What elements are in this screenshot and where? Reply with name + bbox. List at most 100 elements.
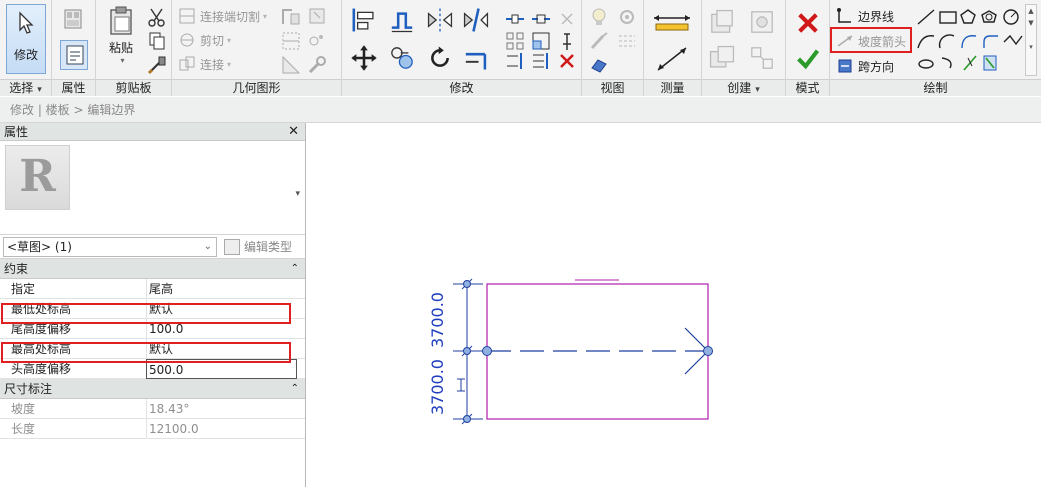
measure-group: 测量 (644, 0, 702, 96)
cut-dropdown-icon: ▾ (227, 35, 232, 45)
mode-group: 模式 (786, 0, 830, 96)
drawing-canvas[interactable]: 3700.0 3700.0 (307, 123, 1041, 487)
brush-icon[interactable] (588, 30, 610, 52)
slope-arrow-tail-grip[interactable] (482, 346, 492, 356)
paste-button[interactable]: 粘贴 ▾ (104, 6, 138, 72)
properties-title-bar: 属性 ✕ (0, 123, 305, 141)
close-icon[interactable]: ✕ (288, 123, 299, 141)
circumscribed-polygon-icon (981, 10, 997, 23)
slope-arrow-head-grip[interactable] (703, 346, 713, 356)
property-value: 18.43° (146, 399, 297, 419)
join-cut-button[interactable]: 连接端切割 ▾ (178, 6, 267, 26)
offset-icon[interactable] (388, 6, 416, 34)
cut-label: 剪切 (200, 33, 225, 48)
copy-icon[interactable] (146, 30, 168, 52)
wall-profile-icon[interactable] (280, 54, 302, 76)
properties-icon[interactable] (60, 40, 88, 70)
move-icon[interactable] (350, 44, 378, 72)
collapse-icon[interactable]: ⌃ (291, 379, 299, 399)
unpin-icon[interactable] (556, 8, 578, 30)
split-face-icon[interactable] (280, 30, 302, 52)
wall-join-icon[interactable] (280, 6, 302, 28)
create-part-icon[interactable] (708, 8, 736, 36)
dimension-text-lower[interactable]: 3700.0 (428, 359, 447, 415)
linework-icon[interactable] (616, 30, 638, 52)
instance-filter-value: <草图> (1) (7, 240, 72, 254)
finish-edit-mode-icon[interactable] (795, 46, 821, 72)
join-cut-icon (179, 8, 195, 24)
cut-button[interactable]: 剪切 ▾ (178, 30, 231, 50)
delete-icon[interactable] (556, 50, 578, 72)
match-properties-icon[interactable] (146, 54, 168, 76)
rectangle-tool-icon (939, 11, 957, 24)
span-direction-label: 跨方向 (858, 59, 895, 74)
modify-group: 修改 (342, 0, 582, 96)
type-properties-icon[interactable] (62, 8, 84, 30)
dimension-line[interactable] (453, 278, 483, 425)
span-direction-button[interactable]: 跨方向 (836, 56, 894, 76)
property-value[interactable]: 尾高 (146, 279, 297, 299)
mirror-pick-axis-icon[interactable] (426, 6, 454, 34)
pin-icon[interactable] (556, 30, 578, 52)
paste-dropdown-icon: ▾ (120, 56, 125, 65)
scale-icon[interactable] (530, 30, 552, 52)
dimensions-section-header[interactable]: 尺寸标注 ⌃ (0, 379, 305, 399)
boundary-line-icon (837, 8, 851, 23)
cancel-edit-mode-icon[interactable] (795, 10, 821, 36)
copy-element-icon[interactable] (388, 44, 416, 72)
paint-icon[interactable] (306, 6, 328, 28)
mirror-draw-axis-icon[interactable] (462, 6, 490, 34)
type-preview-dropdown-icon[interactable]: ▾ (295, 189, 300, 199)
modify-button[interactable]: 修改 (6, 4, 46, 74)
edit-type-button[interactable]: 编辑类型 (224, 238, 292, 255)
rotate-icon[interactable] (426, 44, 454, 72)
trim-multiple-icon[interactable] (530, 50, 552, 72)
inscribed-polygon-icon (960, 9, 976, 24)
draw-gallery-scroll[interactable]: ▲ ▼ ▾ (1025, 4, 1037, 76)
cursor-arrow-icon (19, 11, 34, 34)
constraints-section-header[interactable]: 约束 ⌃ (0, 259, 305, 279)
hide-element-icon[interactable] (588, 54, 610, 76)
boundary-line-button[interactable]: 边界线 (836, 6, 894, 26)
measure-distance-icon[interactable] (652, 10, 692, 36)
trim-single-icon[interactable] (504, 50, 526, 72)
split-element-icon[interactable] (504, 8, 526, 30)
spline-tool-icon (1003, 34, 1023, 46)
create-group-icon[interactable] (708, 44, 736, 72)
breadcrumb: 修改 | 楼板 > 编辑边界 (0, 97, 1041, 123)
create-assembly-icon[interactable] (748, 8, 776, 36)
join-button[interactable]: 连接 ▾ (178, 54, 231, 74)
split-gap-icon[interactable] (530, 8, 552, 30)
property-label: 指定 (11, 282, 36, 296)
head-offset-highlight (1, 342, 291, 363)
property-label: 坡度 (11, 402, 36, 416)
aligned-dimension-icon[interactable] (652, 44, 692, 74)
array-icon[interactable] (504, 30, 526, 52)
property-row: 长度 12100.0 (0, 419, 305, 439)
create-group: 创建 (702, 0, 786, 96)
select-group-label[interactable]: 选择 (0, 79, 51, 96)
lightbulb-icon[interactable] (588, 6, 610, 28)
demolish-icon[interactable] (306, 30, 328, 52)
pick-walls-icon (983, 55, 997, 71)
properties-panel: 属性 ✕ R ▾ <草图> (1) ⌄ 编辑类型 约束 ⌃ 指定 尾高 最低处标高… (0, 123, 306, 487)
dimension-text-upper[interactable]: 3700.0 (428, 292, 447, 348)
align-icon[interactable] (350, 6, 378, 34)
instance-filter-select[interactable]: <草图> (1) ⌄ (3, 237, 217, 257)
span-direction-symbol[interactable] (575, 279, 619, 285)
view-group: 视图 (582, 0, 644, 96)
draw-group-label: 绘制 (830, 79, 1041, 96)
collapse-icon[interactable]: ⌃ (291, 259, 299, 279)
trim-extend-icon[interactable] (462, 44, 490, 72)
wrench-icon[interactable] (306, 54, 328, 76)
mode-group-label: 模式 (786, 79, 829, 96)
tail-offset-highlight (1, 303, 291, 324)
dimension-text-move-handle[interactable] (457, 378, 465, 392)
view-settings-icon[interactable] (616, 6, 638, 28)
modify-group-label: 修改 (342, 79, 581, 96)
create-similar-icon[interactable] (748, 44, 776, 72)
slope-arrow-highlight (830, 27, 912, 53)
property-row: 坡度 18.43° (0, 399, 305, 419)
scissors-icon[interactable] (146, 6, 168, 28)
create-group-label[interactable]: 创建 (702, 79, 785, 96)
